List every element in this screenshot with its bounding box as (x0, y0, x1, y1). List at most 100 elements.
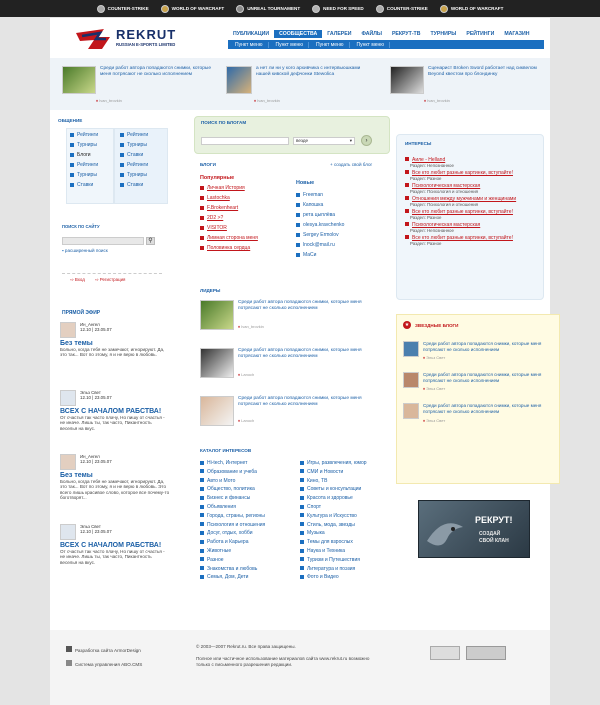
list-item[interactable]: Туризм и Путешествия (300, 557, 367, 563)
live-item[interactable]: Эльз Свет 12.10 | 23.05.07 ВСЕХ С НАЧАЛОМ… (60, 390, 170, 431)
interest-item[interactable]: Психологическая мастерская Раздел: Психол… (405, 183, 539, 194)
nav-item[interactable]: МАГАЗИН (499, 30, 534, 38)
list-item[interactable]: Рейтинги (120, 162, 148, 168)
list-item[interactable]: Объявления (200, 504, 265, 510)
list-item[interactable]: Наука и Техника (300, 548, 367, 554)
interest-item[interactable]: Аиле - Helland Раздел: Непознанное (405, 157, 539, 168)
list-item[interactable]: Фото и Видео (300, 574, 367, 580)
star-blog-item[interactable]: Среди работ автора попадаются снимки, ко… (403, 403, 553, 423)
game-link[interactable]: UNREAL TOURNAMENT (236, 4, 300, 13)
live-item-title[interactable]: ВСЕХ С НАЧАЛОМ РАБСТВА! (60, 542, 170, 549)
list-item[interactable]: Игры, развлечения, юмор (300, 460, 367, 466)
featured-item[interactable]: а нет ли ни у кого архивчика с интервьюш… (226, 66, 376, 94)
list-item[interactable]: Города, страны, регионы (200, 513, 265, 519)
counter-badge[interactable] (430, 646, 460, 660)
nav-item[interactable]: ПУБЛИКАЦИИ (228, 30, 274, 38)
subnav-item[interactable]: Пункт меню (311, 41, 350, 48)
list-item[interactable]: Животные (200, 548, 265, 554)
nav-item[interactable]: РЕКРУТ-ТВ (387, 30, 426, 38)
list-item[interactable]: Темы для взрослых (300, 539, 367, 545)
interest-item[interactable]: Все кто любит разные картинки, вступайте… (405, 235, 539, 246)
featured-text[interactable]: а нет ли ни у кого архивчика с интервьюш… (256, 66, 376, 94)
list-item[interactable]: рета цыплёва (296, 212, 344, 218)
list-item[interactable]: VISITOR (200, 225, 390, 231)
interest-item[interactable]: Отношения между мужчинами и женщинами Раз… (405, 196, 539, 207)
list-item[interactable]: Лимная сторона меня (200, 235, 390, 241)
game-link[interactable]: COUNTER-STRIKE (96, 4, 149, 13)
site-logo[interactable]: REKRUT RUSSIAN E-SPORTS LIMITED (74, 27, 184, 53)
list-item[interactable]: Рейтинги (70, 162, 98, 168)
list-item[interactable]: Образование и учеба (200, 469, 265, 475)
featured-author[interactable]: ♦ Ivan_brovkin (96, 98, 122, 103)
list-item[interactable]: Красота и здоровье (300, 495, 367, 501)
subnav-item[interactable]: Пункт меню (230, 41, 269, 48)
star-blog-text[interactable]: Среди работ автора попадаются снимки, ко… (423, 372, 553, 383)
list-item[interactable]: Литература и поэзия (300, 566, 367, 572)
list-item[interactable]: Кино, ТВ (300, 478, 367, 484)
live-item[interactable]: Ин_Ангел 12.10 | 23.05.07 Без темы Больно… (60, 322, 170, 358)
featured-item[interactable]: Среди работ автора попадаются снимки, ко… (62, 66, 212, 94)
list-item[interactable]: Рейтинги (120, 132, 148, 138)
nav-item[interactable]: ФАЙЛЫ (356, 30, 387, 38)
search-button[interactable]: › (361, 135, 372, 146)
counter-badge[interactable] (466, 646, 506, 660)
star-blog-item[interactable]: Среди работ автора попадаются снимки, ко… (403, 372, 553, 391)
nav-item[interactable]: РЕЙТИНГИ (461, 30, 499, 38)
live-item-title[interactable]: ВСЕХ С НАЧАЛОМ РАБСТВА! (60, 408, 170, 415)
game-link[interactable]: COUNTER-STRIKE (375, 4, 428, 13)
create-blog-link[interactable]: + создать свой блог (330, 162, 372, 167)
leader-author[interactable]: ♦ Lanoch (238, 418, 254, 423)
list-item[interactable]: Lastochka (200, 195, 390, 201)
featured-text[interactable]: Среди работ автора попадаются снимки, ко… (100, 66, 212, 94)
list-item[interactable]: Работа и Карьера (200, 539, 265, 545)
interest-item[interactable]: Все кто любит разные картинки, вступайте… (405, 209, 539, 220)
list-item[interactable]: Авто и Мото (200, 478, 265, 484)
live-item-title[interactable]: Без темы (60, 340, 170, 347)
blog-search-input[interactable] (201, 137, 289, 145)
live-item[interactable]: Ин_Ангел 12.10 | 23.05.07 Без темы Больно… (60, 454, 170, 501)
game-link[interactable]: WORLD OF WARCRAFT (160, 4, 224, 13)
list-item[interactable]: Спорт (300, 504, 367, 510)
subnav-item[interactable]: Пункт меню (352, 41, 391, 48)
subnav-item[interactable]: Пункт меню (271, 41, 310, 48)
interest-item[interactable]: Психологическая мастерская Раздел: Непозн… (405, 222, 539, 233)
list-item[interactable]: Досуг, отдых, хобби (200, 530, 265, 536)
list-item[interactable]: Турниры (120, 172, 148, 178)
list-item[interactable]: 2D2 >? (200, 215, 390, 221)
star-blog-text[interactable]: Среди работ автора попадаются снимки, ко… (423, 341, 553, 352)
live-item-title[interactable]: Без темы (60, 472, 170, 479)
list-item[interactable]: Семья, Дом, Дети (200, 574, 265, 580)
interest-item[interactable]: Все кто любит разные картинки, вступайте… (405, 170, 539, 181)
game-link[interactable]: WORLD OF WARCRAFT (439, 4, 503, 13)
list-item[interactable]: Hi-tech, Интернет (200, 460, 265, 466)
list-item[interactable]: Турниры (120, 142, 148, 148)
list-item[interactable]: Знакомства и любовь (200, 566, 265, 572)
leader-author[interactable]: ♦ Ivan_brovkin (238, 324, 264, 329)
star-blog-text[interactable]: Среди работ автора попадаются снимки, ко… (423, 403, 553, 414)
list-item[interactable]: F.Brokenheart (200, 205, 390, 211)
site-search-input[interactable] (62, 237, 144, 245)
clan-banner[interactable]: РЕКРУТ! СОЗДАЙ СВОЙ КЛАН (418, 500, 530, 558)
list-item[interactable]: Музыка (300, 530, 367, 536)
list-item[interactable]: Ставки (70, 182, 98, 188)
list-item[interactable]: olesya.kravchenko (296, 222, 344, 228)
list-item[interactable]: Турниры (70, 172, 98, 178)
list-item[interactable]: СМИ и Новости (300, 469, 367, 475)
nav-item[interactable]: ГАЛЕРЕИ (322, 30, 356, 38)
list-item[interactable]: Блоги (70, 152, 98, 158)
list-item[interactable]: Половинка сердца (200, 245, 390, 251)
list-item[interactable]: Капошка (296, 202, 344, 208)
leader-item[interactable]: Среди работ автора попадаются снимки, ко… (200, 396, 380, 426)
featured-text[interactable]: Сценарист Broken Sword работает над сикв… (428, 66, 540, 94)
list-item[interactable]: МаСи (296, 252, 344, 258)
leader-text[interactable]: Среди работ автора попадаются снимки, ко… (238, 348, 380, 378)
leader-author[interactable]: ♦ Lanoch (238, 372, 254, 377)
blog-search-select[interactable]: везде ▾ (293, 137, 355, 145)
list-item[interactable]: Советы и консультации (300, 486, 367, 492)
advanced-search-link[interactable]: ▪ расширенный поиск (62, 248, 162, 253)
leader-text[interactable]: Среди работ автора попадаются снимки, ко… (238, 396, 380, 426)
leader-item[interactable]: Среди работ автора попадаются снимки, ко… (200, 300, 380, 330)
list-item[interactable]: Культура и Искусство (300, 513, 367, 519)
search-icon[interactable]: ⚲ (146, 237, 155, 245)
list-item[interactable]: Личная История (200, 185, 390, 191)
